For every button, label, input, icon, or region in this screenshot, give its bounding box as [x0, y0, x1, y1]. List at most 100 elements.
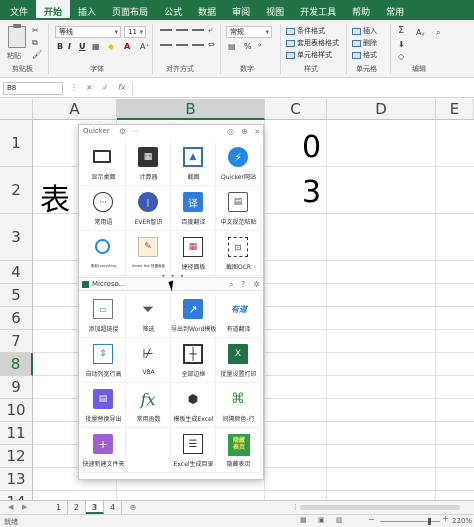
quicker-action-top_actions-8[interactable]: 搜索Everything	[81, 231, 126, 276]
tab-2[interactable]: 插入	[70, 0, 104, 20]
find-select-icon[interactable]: ⌕	[436, 28, 440, 38]
font-size-select[interactable]: 11	[124, 26, 146, 38]
row-header-2[interactable]: 2	[0, 167, 33, 214]
quicker-action-excel_actions-7[interactable]: X 批量设置打印	[216, 338, 261, 383]
row-header-12[interactable]: 12	[0, 445, 33, 468]
conditional-format-button[interactable]: 条件格式	[286, 26, 325, 36]
number-format-select[interactable]: 常规	[226, 26, 272, 38]
quicker-header[interactable]: Quicker ⚙ ··· ◎ ⊕ ×	[79, 125, 263, 139]
sheet-tab-1[interactable]: 1	[50, 501, 68, 514]
settings-icon[interactable]: ✲	[253, 280, 260, 289]
zoom-in-icon[interactable]: +	[442, 514, 449, 523]
italic-button[interactable]: I	[68, 42, 71, 51]
row-header-3[interactable]: 3	[0, 214, 33, 261]
border-icon[interactable]: ▦	[92, 42, 100, 51]
page-break-icon[interactable]: ▥	[336, 516, 343, 524]
cut-icon[interactable]: ✂	[32, 26, 39, 35]
tab-9[interactable]: 帮助	[344, 0, 378, 20]
pin-icon[interactable]: ⊕	[241, 127, 248, 136]
quicker-action-excel_actions-4[interactable]: ⇕ 自动列宽行高	[81, 338, 126, 383]
select-all-corner[interactable]	[0, 99, 33, 120]
quicker-action-top_actions-10[interactable]: ▦ 捷径面板	[171, 231, 216, 276]
fill-down-icon[interactable]: ⬇	[398, 40, 405, 49]
quicker-action-top_actions-6[interactable]: 译百度翻译	[171, 186, 216, 231]
underline-button[interactable]: U	[79, 42, 86, 51]
tab-7[interactable]: 视图	[258, 0, 292, 20]
quicker-action-excel_actions-0[interactable]: ▭ 添加超链接	[81, 293, 126, 338]
fill-color-icon[interactable]: ◆	[108, 42, 114, 51]
clear-icon[interactable]: ◇	[398, 52, 404, 61]
align-right-icon[interactable]	[192, 44, 204, 46]
tab-3[interactable]: 页面布局	[104, 0, 156, 20]
align-middle-icon[interactable]	[176, 29, 188, 31]
font-name-select[interactable]: 等线	[55, 26, 121, 38]
quicker-action-top_actions-5[interactable]: | EVER智识	[126, 186, 171, 231]
quicker-action-top_actions-9[interactable]: ✎ Smart Hot 快捷面板	[126, 231, 171, 276]
user-icon[interactable]: ◎	[227, 127, 234, 136]
row-header-4[interactable]: 4	[0, 261, 33, 284]
align-top-icon[interactable]	[160, 29, 172, 31]
tab-6[interactable]: 审阅	[224, 0, 258, 20]
name-box[interactable]: B8	[3, 82, 63, 95]
row-header-10[interactable]: 10	[0, 399, 33, 422]
sort-filter-button[interactable]: Aᵧ	[416, 28, 424, 37]
help-icon[interactable]: ?	[241, 280, 245, 289]
quicker-action-excel_actions-9[interactable]: fx 常用函数	[126, 383, 171, 428]
quicker-action-top_actions-1[interactable]: ▦ 计算器	[126, 141, 171, 186]
wrap-text-icon[interactable]: ⤶	[208, 25, 212, 35]
zoom-out-icon[interactable]: −	[368, 515, 375, 524]
quicker-action-top_actions-2[interactable]: ▲ 截图	[171, 141, 216, 186]
cell-style-button[interactable]: 单元格样式	[286, 50, 332, 60]
normal-view-icon[interactable]: ▦	[300, 516, 307, 524]
merge-cells-icon[interactable]: ⇔	[208, 40, 215, 49]
paste-icon[interactable]	[8, 24, 26, 48]
cancel-button[interactable]: ×	[86, 83, 93, 92]
delete-cells-button[interactable]: 删除	[352, 38, 377, 48]
currency-icon[interactable]: ▤	[228, 42, 236, 51]
align-left-icon[interactable]	[160, 44, 172, 46]
font-color-icon[interactable]: A	[124, 42, 130, 51]
page-layout-icon[interactable]: ▣	[318, 516, 325, 524]
quicker-action-excel_actions-1[interactable]: ⏷ 筛选	[126, 293, 171, 338]
quicker-action-excel_actions-15[interactable]: 隐藏 表页 隐藏表页	[216, 428, 261, 473]
tab-5[interactable]: 数据	[190, 0, 224, 20]
more-icon[interactable]: ···	[131, 127, 139, 136]
quicker-action-excel_actions-3[interactable]: 有道 有道翻译	[216, 293, 261, 338]
quicker-action-top_actions-7[interactable]: ▤ 中文规范粘贴	[216, 186, 261, 231]
quicker-action-top_actions-0[interactable]: 显示桌面	[81, 141, 126, 186]
insert-function-button[interactable]: fx	[118, 83, 126, 92]
row-header-6[interactable]: 6	[0, 307, 33, 330]
tab-1[interactable]: 开始	[36, 0, 71, 20]
quicker-action-excel_actions-6[interactable]: ┼ 全部边框	[171, 338, 216, 383]
formula-input[interactable]	[132, 82, 470, 95]
column-header-d[interactable]: D	[327, 99, 436, 120]
column-header-b[interactable]: B	[117, 99, 265, 120]
tab-10[interactable]: 常用	[378, 0, 412, 20]
confirm-button[interactable]: ✓	[102, 83, 109, 92]
autosum-button[interactable]: Σ	[398, 25, 404, 36]
font-size-up-icon[interactable]: A⁺	[140, 42, 150, 51]
paste-button-label[interactable]: 粘贴	[7, 51, 21, 61]
quicker-action-top_actions-3[interactable]: ⚡ Quicker网站	[216, 141, 261, 186]
quicker-action-top_actions-11[interactable]: ⊡ 截图OCR	[216, 231, 261, 276]
sheet-tab-2[interactable]: 2	[68, 501, 86, 514]
next-sheet-icon[interactable]: ▶	[22, 503, 27, 511]
quicker-action-excel_actions-8[interactable]: ▤ 批量替换导出	[81, 383, 126, 428]
copy-icon[interactable]: ⧉	[32, 38, 38, 48]
close-icon[interactable]: ×	[254, 127, 261, 136]
tab-4[interactable]: 公式	[156, 0, 190, 20]
align-center-icon[interactable]	[176, 44, 188, 46]
quicker-action-excel_actions-12[interactable]: + 快速新建文件夹	[81, 428, 126, 473]
column-header-a[interactable]: A	[33, 99, 117, 120]
format-cells-button[interactable]: 格式	[352, 50, 377, 60]
tab-0[interactable]: 文件	[2, 0, 36, 20]
zoom-level[interactable]: 220%	[452, 517, 472, 525]
row-header-13[interactable]: 13	[0, 468, 33, 491]
column-header-c[interactable]: C	[265, 99, 327, 120]
sheet-tab-3[interactable]: 3	[86, 501, 104, 514]
dropdown-icon[interactable]: ⋮	[70, 83, 78, 92]
comma-icon[interactable]: ⁹	[258, 42, 261, 51]
row-header-11[interactable]: 11	[0, 422, 33, 445]
table-format-button[interactable]: 套用表格格式	[286, 38, 339, 48]
quicker-action-top_actions-4[interactable]: ··· 常用语	[81, 186, 126, 231]
